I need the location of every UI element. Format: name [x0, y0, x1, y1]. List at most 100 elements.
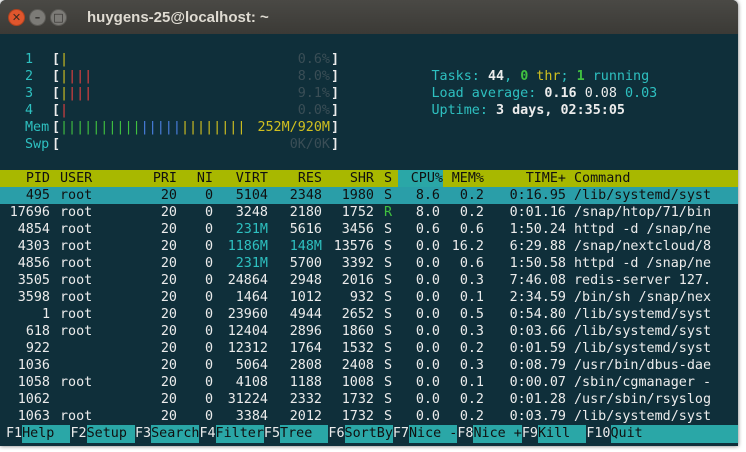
cpu-cell: 0.0 — [415, 324, 440, 339]
res-cell: 2332 — [289, 392, 322, 407]
process-row[interactable]: 4856 root 20 0 231M 5700 3392 S 0.0 0.6 1:50.58 htt… — [0, 255, 738, 272]
col-shr[interactable]: SHR — [326, 170, 374, 187]
htop-screen[interactable]: 1[| 0.6%] 2[|||| 8.0%] 3[|||| 9.1%] 4[| 0.0%] Me… — [0, 34, 738, 446]
col-pri[interactable]: PRI — [140, 170, 177, 187]
mem-cell: 0.2 — [459, 205, 484, 220]
meter-bar-segment: |||||||| — [180, 120, 246, 135]
shr-cell: 932 — [349, 290, 374, 305]
col-cpu[interactable]: CPU% — [398, 170, 443, 187]
virt-cell: 231M — [235, 222, 268, 237]
time-cell: 2:34.59 — [509, 290, 566, 305]
col-ni[interactable]: NI — [185, 170, 213, 187]
close-icon[interactable]: ✕ — [8, 8, 25, 26]
maximize-icon[interactable]: □ — [50, 8, 67, 26]
col-command[interactable]: Command — [574, 170, 630, 187]
meter-value: 0.0% — [297, 103, 330, 118]
mem-cell: 0.1 — [459, 375, 484, 390]
process-row[interactable]: 1 root 20 0 23960 4944 2652 S 0.0 0.5 0:54.80/lib/… — [0, 306, 738, 323]
process-row[interactable]: 618 root 20 0 12404 2896 1860 S 0.0 0.3 0:03.66/li… — [0, 323, 738, 340]
virt-cell: 3248 — [235, 205, 268, 220]
function-setup-button[interactable]: Setup — [86, 425, 135, 443]
process-row[interactable]: 3598 root 20 0 1464 1012 932 S 0.0 0.1 2:34.59/bin… — [0, 289, 738, 306]
process-row[interactable]: 1058 root 20 0 4108 1188 1008 S 0.0 0.1 0:00.07/sb… — [0, 374, 738, 391]
process-row[interactable]: 3505 root 20 0 24864 2948 2016 S 0.0 0.3 7:46.08 re… — [0, 272, 738, 289]
function-sortby-button[interactable]: SortBy — [344, 425, 393, 443]
function-key: F1 — [6, 426, 23, 441]
minimize-icon[interactable]: – — [29, 8, 46, 26]
function-key: F10 — [586, 426, 611, 441]
process-row[interactable]: 495 root 20 0 5104 2348 1980 S 8.6 0.2 0:16.95/lib… — [0, 187, 738, 204]
user-cell: root — [60, 375, 93, 390]
process-row[interactable]: 4854 root 20 0 231M 5616 3456 S 0.6 0.6 1:50.24 htt… — [0, 221, 738, 238]
window-title: huygens-25@localhost: ~ — [87, 8, 269, 26]
user-cell: root — [60, 307, 93, 322]
function-filter-button[interactable]: Filter — [215, 425, 264, 443]
pid-cell: 618 — [25, 324, 50, 339]
meter-bars: | — [60, 102, 68, 119]
user-cell: root — [60, 409, 93, 424]
function-nice-button[interactable]: Nice + — [473, 425, 522, 443]
shr-cell: 2016 — [341, 273, 374, 288]
pid-cell: 3598 — [17, 290, 50, 305]
uptime-line: Uptime: 3 days, 02:35:05 — [0, 85, 738, 118]
process-row[interactable]: 17696 root 20 0 3248 2180 1752 R 8.0 0.2 0:01.16/s… — [0, 204, 738, 221]
uptime-value: 3 days, 02:35:05 — [496, 103, 625, 118]
priority-cell: 20 — [160, 256, 177, 271]
col-mem[interactable]: MEM% — [442, 170, 484, 187]
priority-cell: 20 — [160, 341, 177, 356]
function-tree-button[interactable]: Tree — [280, 425, 329, 443]
function-quit-button[interactable]: Quit — [610, 425, 738, 443]
pid-cell: 495 — [25, 188, 50, 203]
res-cell: 1764 — [289, 341, 322, 356]
title-bar: ✕ – □ huygens-25@localhost: ~ — [0, 0, 738, 34]
time-cell: 0:16.95 — [509, 188, 566, 203]
col-res[interactable]: RES — [274, 170, 322, 187]
pid-cell: 1062 — [17, 392, 50, 407]
command-cell: /snap/nextcloud/8 — [574, 239, 712, 254]
process-row[interactable]: 4303 root 20 0 1186M 148M 13576 S 0.0 16.2 6:29.88… — [0, 238, 738, 255]
virt-cell: 1186M — [227, 239, 268, 254]
col-pid[interactable]: PID — [0, 170, 50, 187]
meter-bracket-left: [ — [52, 103, 61, 118]
cpu-cell: 0.0 — [415, 392, 440, 407]
time-cell: 1:50.24 — [509, 222, 566, 237]
process-row[interactable]: 1063 root 20 0 3384 2012 1732 S 0.0 0.2 0:03.79/li… — [0, 408, 738, 425]
virt-cell: 231M — [235, 256, 268, 271]
nice-cell: 0 — [204, 256, 213, 271]
function-key: F7 — [392, 426, 409, 441]
priority-cell: 20 — [160, 188, 177, 203]
col-user[interactable]: USER — [60, 170, 92, 187]
time-cell: 1:50.58 — [509, 256, 566, 271]
cpu-cell: 0.0 — [415, 341, 440, 356]
process-row[interactable]: 1036 20 0 5064 2808 2408 S 0.0 0.3 0:08.79/usr/bi… — [0, 357, 738, 374]
shr-cell: 1532 — [341, 341, 374, 356]
time-cell: 0:08.79 — [509, 358, 566, 373]
nice-cell: 0 — [204, 205, 213, 220]
process-row[interactable]: 922 20 0 12312 1764 1532 S 0.0 0.2 0:01.59/lib/sy… — [0, 340, 738, 357]
process-row[interactable]: 1062 20 0 31224 2332 1732 S 0.0 0.2 0:01.28/usr/s… — [0, 391, 738, 408]
priority-cell: 20 — [160, 392, 177, 407]
res-cell: 5700 — [289, 256, 322, 271]
mem-cell: 0.2 — [459, 409, 484, 424]
function-search-button[interactable]: Search — [151, 425, 200, 443]
function-help-button[interactable]: Help — [22, 425, 71, 443]
meter-bracket-left: [ — [52, 137, 61, 152]
function-kill-button[interactable]: Kill — [537, 425, 587, 443]
res-cell: 2808 — [289, 358, 322, 373]
command-cell: /usr/bin/dbus-dae — [574, 358, 712, 373]
state-cell: R — [384, 205, 393, 220]
col-time[interactable]: TIME+ — [494, 170, 566, 187]
res-cell: 2896 — [289, 324, 322, 339]
col-state[interactable]: S — [384, 170, 392, 187]
function-key: F4 — [199, 426, 216, 441]
function-nice-button[interactable]: Nice - — [409, 425, 458, 443]
col-virt[interactable]: VIRT — [220, 170, 268, 187]
res-cell: 148M — [289, 239, 322, 254]
priority-cell: 20 — [160, 239, 177, 254]
mem-cell: 0.2 — [459, 341, 484, 356]
shr-cell: 3392 — [341, 256, 374, 271]
priority-cell: 20 — [160, 324, 177, 339]
priority-cell: 20 — [160, 205, 177, 220]
meter-bar-segment: |||||||||| — [60, 120, 141, 135]
priority-cell: 20 — [160, 307, 177, 322]
